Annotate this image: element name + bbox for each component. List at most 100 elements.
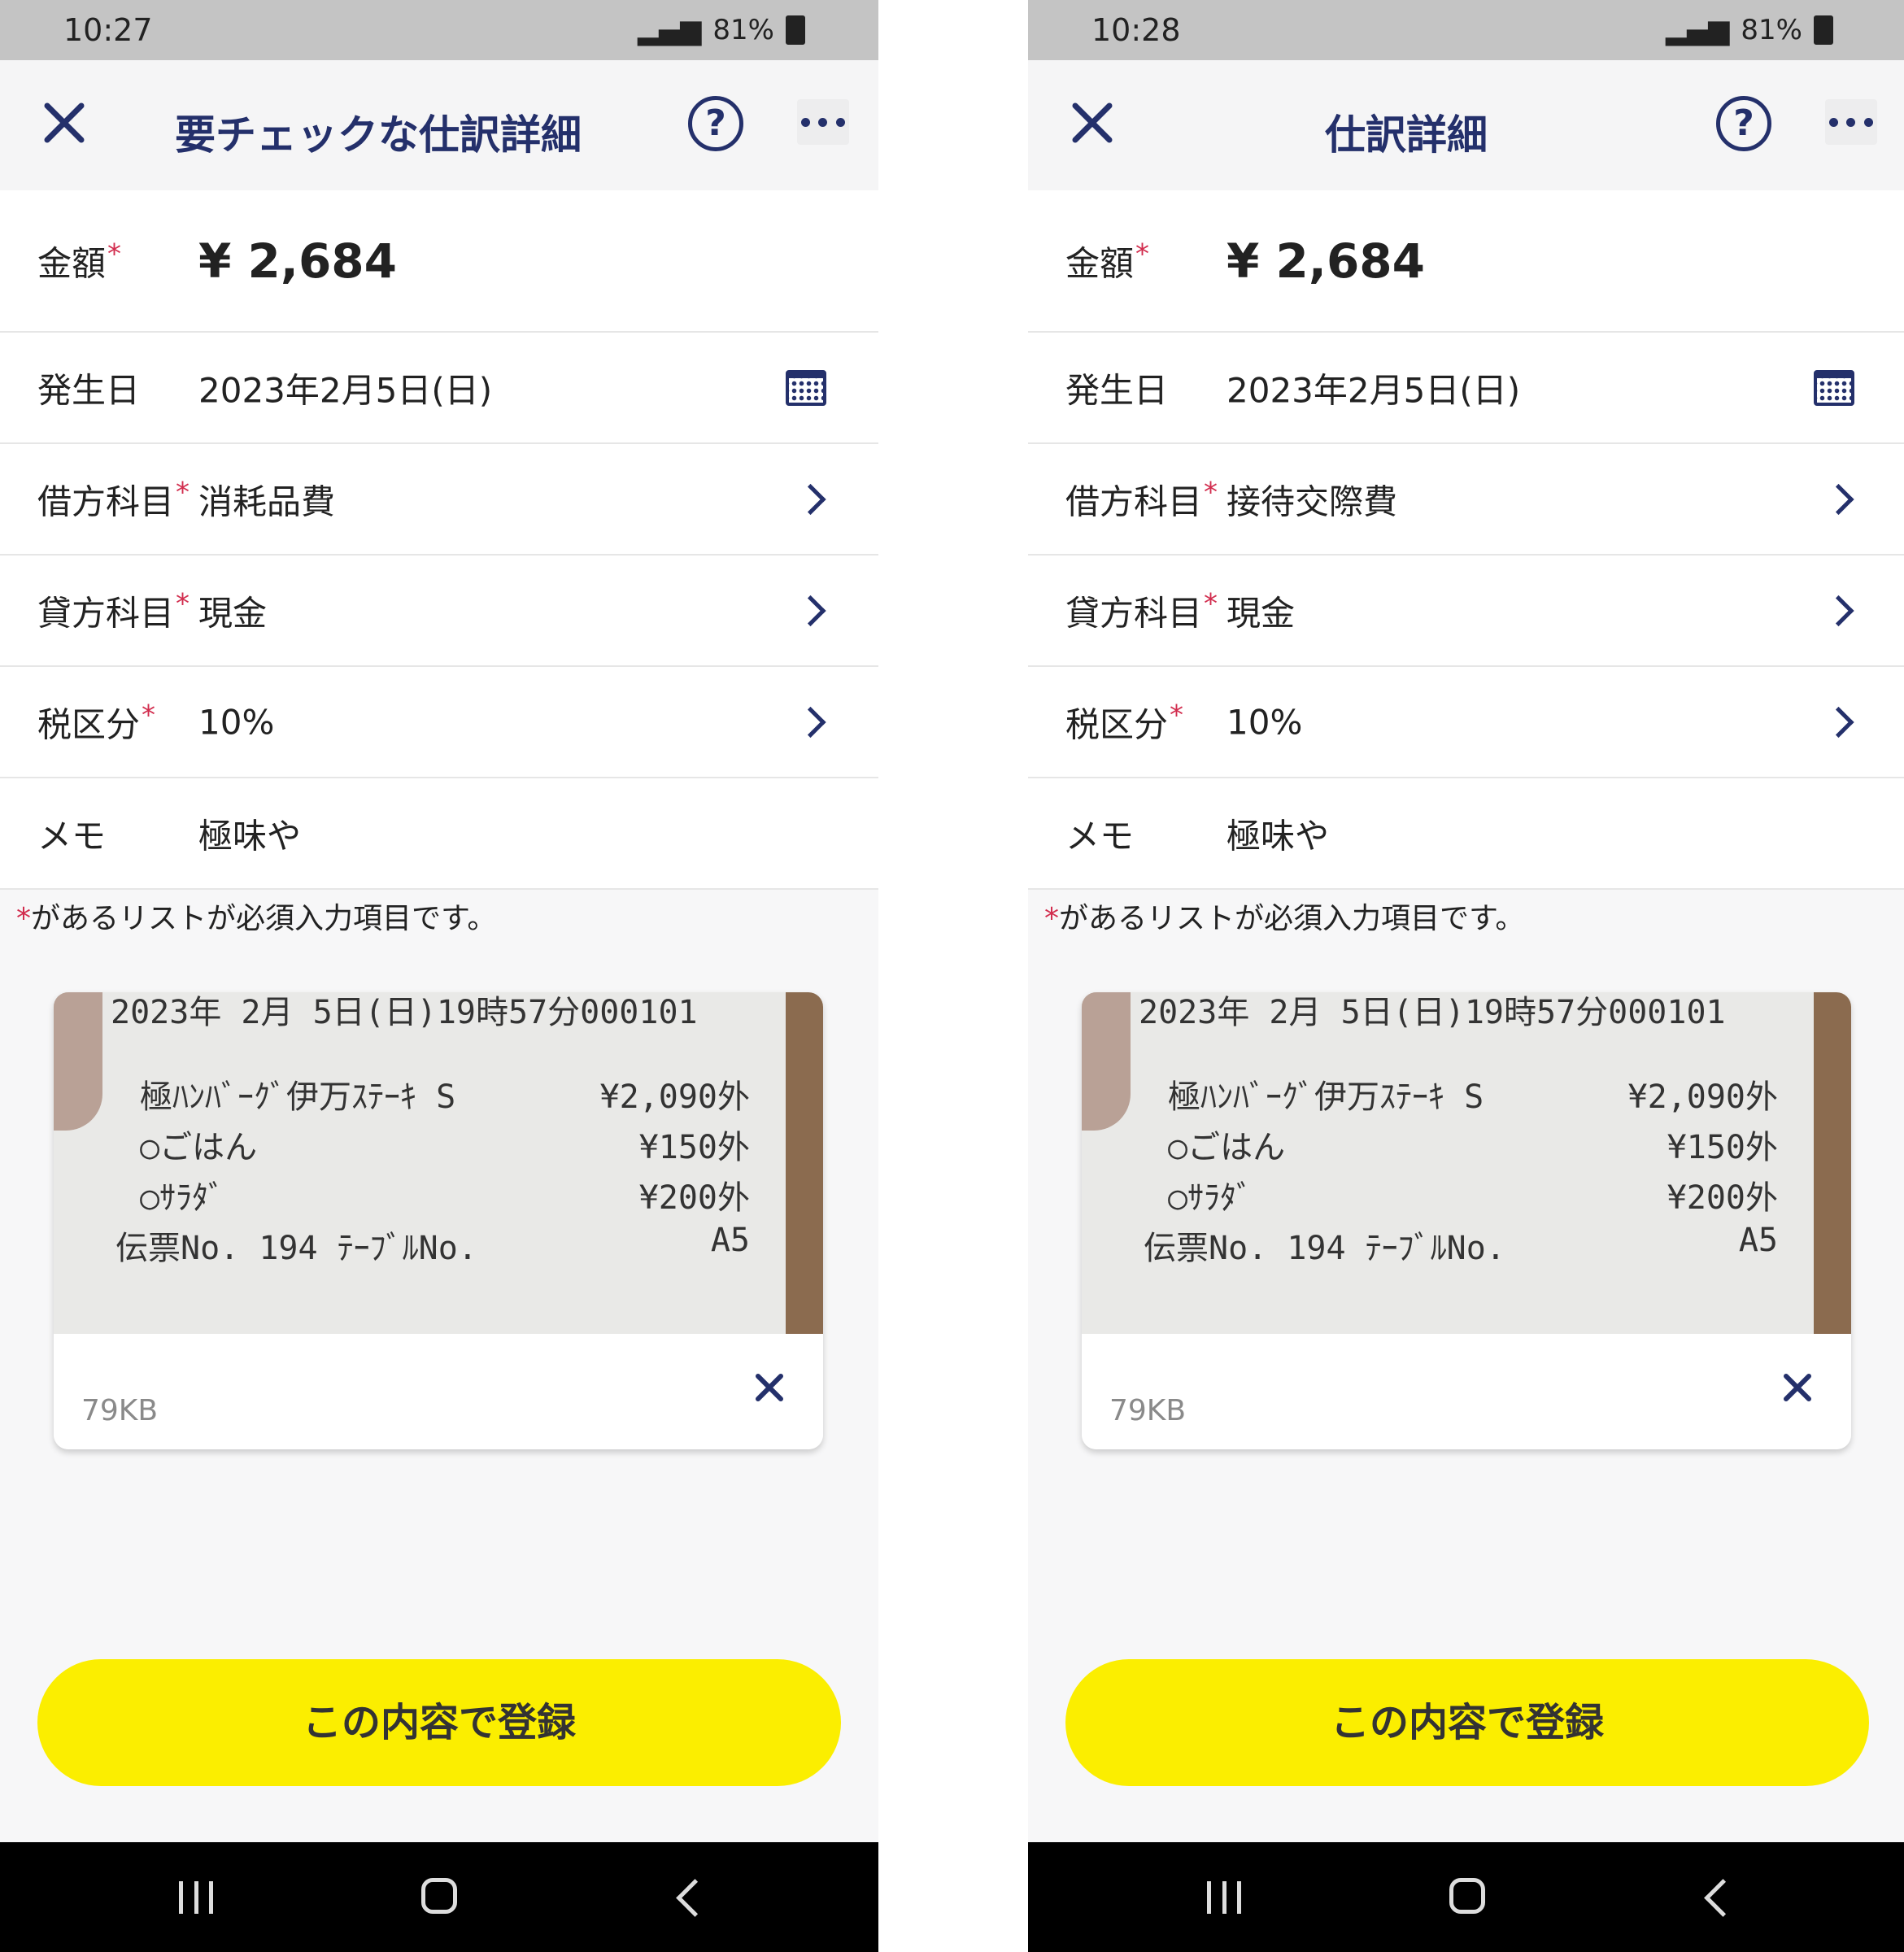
memo-label: メモ — [1065, 816, 1135, 856]
recent-apps-icon[interactable] — [179, 1881, 213, 1914]
chevron-right-icon[interactable] — [1823, 706, 1854, 738]
credit-value: 現金 — [1226, 593, 1296, 633]
amount-value[interactable]: ¥ 2,684 — [1226, 233, 1425, 289]
receipt-image[interactable]: 2023年 2月 5日(日)19時57分000101 極ﾊﾝﾊﾞｰｸﾞ伊万ｽﾃｰ… — [54, 992, 823, 1334]
receipt-image[interactable]: 2023年 2月 5日(日)19時57分000101 極ﾊﾝﾊﾞｰｸﾞ伊万ｽﾃｰ… — [1082, 992, 1851, 1334]
receipt-line: 伝票No. 194 ﾃｰﾌﾞﾙNo. — [115, 1230, 477, 1267]
receipt-line: ¥150外 — [1667, 1129, 1778, 1166]
tax-row[interactable]: 税区分* 10% — [0, 667, 878, 778]
page-title: 要チェックな仕訳詳細 — [175, 111, 582, 159]
tax-value: 10% — [1226, 702, 1303, 742]
more-icon[interactable] — [797, 99, 849, 145]
attachment-card[interactable]: 2023年 2月 5日(日)19時57分000101 極ﾊﾝﾊﾞｰｸﾞ伊万ｽﾃｰ… — [1082, 992, 1851, 1449]
receipt-line: A5 — [710, 1222, 750, 1259]
amount-row[interactable]: 金額* ¥ 2,684 — [1028, 190, 1904, 333]
status-icons: ▂▄▆ 81% — [638, 14, 805, 46]
tax-label: 税区分* — [1065, 699, 1184, 744]
required-note: *があるリストが必須入力項目です。 — [16, 902, 497, 935]
close-icon[interactable] — [41, 99, 88, 146]
phone-screen-1: 10:27 ▂▄▆ 81% 要チェックな仕訳詳細 ? 金額* ¥ 2,684 発… — [0, 0, 878, 1952]
receipt-line: 2023年 2月 5日(日)19時57分000101 — [111, 994, 698, 1031]
memo-value[interactable]: 極味や — [198, 808, 301, 858]
attachment-card[interactable]: 2023年 2月 5日(日)19時57分000101 極ﾊﾝﾊﾞｰｸﾞ伊万ｽﾃｰ… — [54, 992, 823, 1449]
credit-account-row[interactable]: 貸方科目* 現金 — [1028, 556, 1904, 667]
memo-value[interactable]: 極味や — [1226, 808, 1329, 858]
amount-value[interactable]: ¥ 2,684 — [198, 233, 397, 289]
receipt-line: 極ﾊﾝﾊﾞｰｸﾞ伊万ｽﾃｰｷ S — [140, 1078, 456, 1116]
memo-label: メモ — [37, 816, 107, 856]
close-icon[interactable] — [1069, 99, 1116, 146]
back-icon[interactable] — [1704, 1879, 1742, 1917]
file-size: 79KB — [1109, 1394, 1187, 1427]
memo-row[interactable]: メモ 極味や — [0, 778, 878, 890]
amount-row[interactable]: 金額* ¥ 2,684 — [0, 190, 878, 333]
receipt-line: ¥200外 — [1667, 1179, 1778, 1217]
more-icon[interactable] — [1825, 99, 1877, 145]
receipt-line: ○ごはん — [1168, 1129, 1286, 1166]
home-icon[interactable] — [421, 1878, 457, 1914]
system-nav-bar — [0, 1842, 878, 1952]
header: 仕訳詳細 ? — [1028, 60, 1904, 190]
credit-account-row[interactable]: 貸方科目* 現金 — [0, 556, 878, 667]
chevron-right-icon[interactable] — [795, 706, 826, 738]
chevron-right-icon[interactable] — [795, 483, 826, 515]
debit-value: 接待交際費 — [1226, 481, 1398, 521]
receipt-line: ¥2,090外 — [599, 1078, 751, 1116]
battery-icon — [1814, 15, 1833, 45]
chevron-right-icon[interactable] — [795, 595, 826, 626]
debit-label: 借方科目* — [1065, 476, 1218, 521]
required-note: *があるリストが必須入力項目です。 — [1044, 902, 1525, 935]
recent-apps-icon[interactable] — [1207, 1881, 1241, 1914]
chevron-right-icon[interactable] — [1823, 595, 1854, 626]
remove-icon[interactable] — [1781, 1371, 1814, 1404]
battery-level: 81% — [712, 14, 774, 46]
journal-form: 金額* ¥ 2,684 発生日 2023年2月5日(日) 借方科目* 消耗品費 … — [0, 190, 878, 890]
credit-label: 貸方科目* — [37, 587, 190, 633]
receipt-line: 伝票No. 194 ﾃｰﾌﾞﾙNo. — [1144, 1230, 1505, 1267]
back-icon[interactable] — [676, 1879, 714, 1917]
signal-icon: ▂▄▆ — [1665, 14, 1730, 46]
status-time: 10:27 — [63, 12, 153, 48]
receipt-line: 極ﾊﾝﾊﾞｰｸﾞ伊万ｽﾃｰｷ S — [1168, 1078, 1484, 1116]
phone-screen-2: 10:28 ▂▄▆ 81% 仕訳詳細 ? 金額* ¥ 2,684 発生日 202… — [1028, 0, 1904, 1952]
chevron-right-icon[interactable] — [1823, 483, 1854, 515]
status-bar: 10:28 ▂▄▆ 81% — [1028, 0, 1904, 60]
receipt-line: ¥200外 — [638, 1179, 750, 1217]
status-icons: ▂▄▆ 81% — [1666, 14, 1833, 46]
receipt-line: ○ごはん — [140, 1129, 258, 1166]
receipt-line: 2023年 2月 5日(日)19時57分000101 — [1139, 994, 1726, 1031]
status-bar: 10:27 ▂▄▆ 81% — [0, 0, 878, 60]
amount-label: 金額* — [1065, 237, 1150, 283]
receipt-line: ¥150外 — [638, 1129, 750, 1166]
debit-account-row[interactable]: 借方科目* 消耗品費 — [0, 444, 878, 556]
calendar-icon[interactable] — [1814, 369, 1854, 406]
remove-icon[interactable] — [753, 1371, 786, 1404]
receipt-line: A5 — [1738, 1222, 1778, 1259]
receipt-line: ○ｻﾗﾀﾞ — [140, 1179, 225, 1217]
date-value[interactable]: 2023年2月5日(日) — [198, 363, 492, 412]
register-button[interactable]: この内容で登録 — [37, 1659, 841, 1786]
signal-icon: ▂▄▆ — [637, 14, 702, 46]
debit-value: 消耗品費 — [198, 481, 336, 521]
date-row[interactable]: 発生日 2023年2月5日(日) — [1028, 333, 1904, 444]
home-icon[interactable] — [1449, 1878, 1485, 1914]
system-nav-bar — [1028, 1842, 1904, 1952]
debit-label: 借方科目* — [37, 476, 190, 521]
date-label: 発生日 — [37, 370, 141, 410]
register-button[interactable]: この内容で登録 — [1065, 1659, 1869, 1786]
page-title: 仕訳詳細 — [1325, 111, 1488, 159]
tax-row[interactable]: 税区分* 10% — [1028, 667, 1904, 778]
date-row[interactable]: 発生日 2023年2月5日(日) — [0, 333, 878, 444]
file-size: 79KB — [81, 1394, 159, 1427]
journal-form: 金額* ¥ 2,684 発生日 2023年2月5日(日) 借方科目* 接待交際費… — [1028, 190, 1904, 890]
help-icon[interactable]: ? — [1716, 96, 1771, 151]
receipt-line: ¥2,090外 — [1627, 1078, 1779, 1116]
memo-row[interactable]: メモ 極味や — [1028, 778, 1904, 890]
debit-account-row[interactable]: 借方科目* 接待交際費 — [1028, 444, 1904, 556]
receipt-line: ○ｻﾗﾀﾞ — [1168, 1179, 1253, 1217]
date-value[interactable]: 2023年2月5日(日) — [1226, 363, 1520, 412]
battery-icon — [786, 15, 805, 45]
calendar-icon[interactable] — [786, 369, 826, 406]
help-icon[interactable]: ? — [688, 96, 743, 151]
status-time: 10:28 — [1091, 12, 1181, 48]
